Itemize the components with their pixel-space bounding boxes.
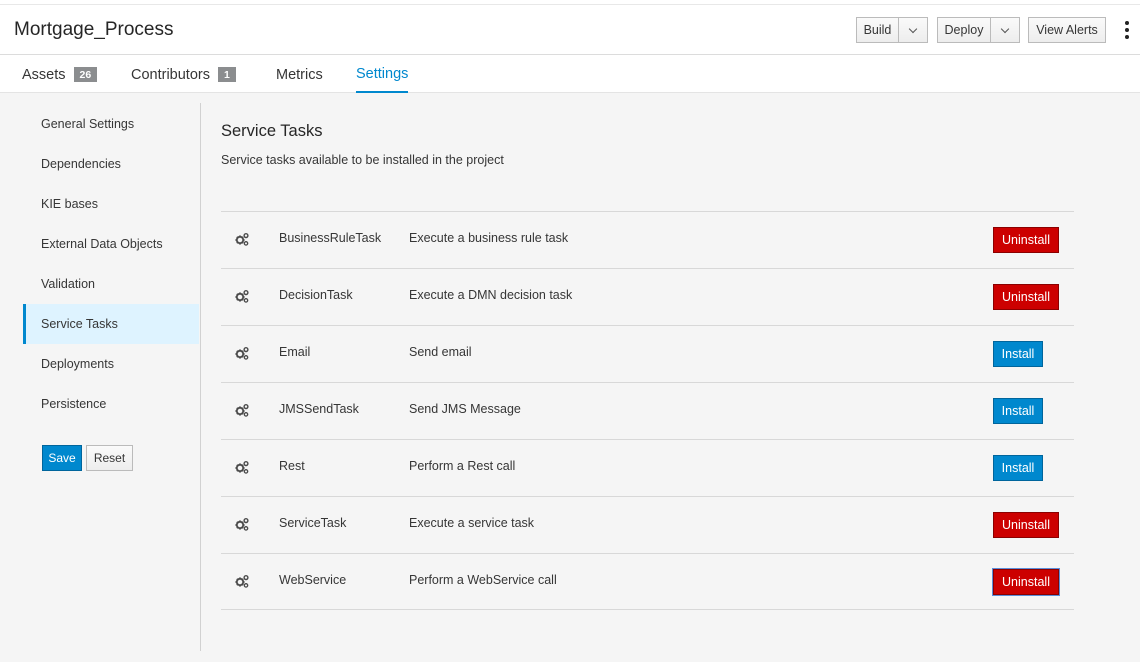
task-description: Execute a business rule task [409, 231, 569, 245]
task-name: JMSSendTask [279, 402, 359, 416]
tab-label: Contributors [131, 66, 210, 83]
uninstall-button[interactable]: Uninstall [993, 569, 1059, 595]
sidebar-item-kie-bases[interactable]: KIE bases [23, 184, 199, 224]
reset-button[interactable]: Reset [86, 445, 133, 471]
deploy-dropdown-toggle[interactable] [991, 17, 1020, 43]
sidebar-item-deployments[interactable]: Deployments [23, 344, 199, 384]
table-row: WebService Perform a WebService call Uni… [221, 553, 1074, 610]
task-name: BusinessRuleTask [279, 231, 382, 245]
cogs-icon [235, 289, 249, 303]
cogs-icon [235, 346, 249, 360]
uninstall-button[interactable]: Uninstall [993, 512, 1059, 538]
sidebar-item-persistence[interactable]: Persistence [23, 384, 199, 424]
build-button-group: Build [856, 17, 928, 43]
content-divider [200, 103, 201, 651]
task-description: Perform a Rest call [409, 459, 516, 473]
tab-contributors[interactable]: Contributors 1 [131, 55, 236, 93]
cogs-icon [235, 403, 249, 417]
top-border [0, 4, 1140, 5]
uninstall-button[interactable]: Uninstall [993, 227, 1059, 253]
view-alerts-button[interactable]: View Alerts [1028, 17, 1106, 43]
chevron-down-icon [908, 24, 918, 33]
task-name: Rest [279, 459, 305, 473]
service-tasks-table: BusinessRuleTask Execute a business rule… [221, 211, 1074, 610]
tab-metrics[interactable]: Metrics [276, 55, 323, 93]
task-description: Send email [409, 345, 472, 359]
section-description: Service tasks available to be installed … [221, 153, 504, 167]
task-description: Execute a DMN decision task [409, 288, 573, 302]
app-header: Mortgage_Process Build Deploy View Alert… [0, 0, 1140, 93]
count-badge: 1 [217, 67, 236, 82]
kebab-dot [1125, 28, 1129, 32]
tab-settings[interactable]: Settings [356, 55, 409, 93]
chevron-down-icon [1000, 24, 1010, 33]
task-description: Execute a service task [409, 516, 535, 530]
task-name: ServiceTask [279, 516, 347, 530]
sidebar-item-validation[interactable]: Validation [23, 264, 199, 304]
section-title: Service Tasks [221, 122, 323, 140]
table-row: BusinessRuleTask Execute a business rule… [221, 211, 1074, 268]
install-button[interactable]: Install [993, 398, 1043, 424]
count-badge: 26 [73, 67, 98, 82]
tab-label: Metrics [276, 66, 323, 83]
tab-label: Assets [22, 66, 66, 83]
sidebar-item-service-tasks[interactable]: Service Tasks [23, 304, 199, 344]
page-title: Mortgage_Process [14, 19, 174, 40]
sidebar-item-dependencies[interactable]: Dependencies [23, 144, 199, 184]
cogs-icon [235, 517, 249, 531]
kebab-dot [1125, 35, 1129, 39]
kebab-icon[interactable] [1124, 21, 1130, 39]
deploy-button-group: Deploy [937, 17, 1020, 43]
table-row: Email Send email Install [221, 325, 1074, 382]
cogs-icon [235, 460, 249, 474]
save-button[interactable]: Save [42, 445, 82, 471]
task-name: DecisionTask [279, 288, 353, 302]
view-alerts-group: View Alerts [1028, 17, 1106, 43]
sidebar-item-general-settings[interactable]: General Settings [23, 104, 199, 144]
task-name: Email [279, 345, 311, 359]
task-name: WebService [279, 573, 347, 587]
uninstall-button[interactable]: Uninstall [993, 284, 1059, 310]
tab-label: Settings [356, 65, 409, 82]
install-button[interactable]: Install [993, 455, 1043, 481]
table-row: ServiceTask Execute a service task Unins… [221, 496, 1074, 553]
task-description: Perform a WebService call [409, 573, 557, 587]
table-row: JMSSendTask Send JMS Message Install [221, 382, 1074, 439]
build-dropdown-toggle[interactable] [899, 17, 928, 43]
cogs-icon [235, 574, 249, 588]
kebab-dot [1125, 21, 1129, 25]
sidebar-item-external-data-objects[interactable]: External Data Objects [23, 224, 199, 264]
table-row: Rest Perform a Rest call Install [221, 439, 1074, 496]
install-button[interactable]: Install [993, 341, 1043, 367]
build-button[interactable]: Build [856, 17, 899, 43]
tab-assets[interactable]: Assets 26 [22, 55, 98, 93]
cogs-icon [235, 232, 249, 246]
task-description: Send JMS Message [409, 402, 521, 416]
deploy-button[interactable]: Deploy [937, 17, 991, 43]
table-row: DecisionTask Execute a DMN decision task… [221, 268, 1074, 325]
